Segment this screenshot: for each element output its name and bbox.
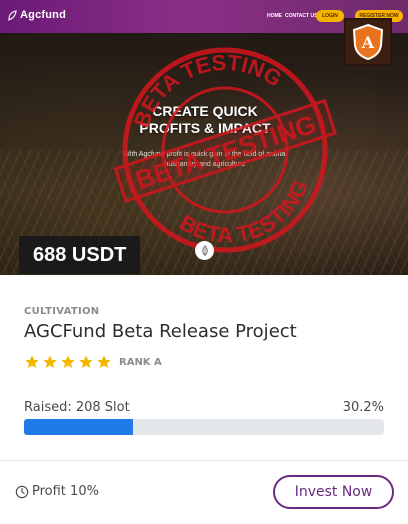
star-icon [43, 355, 57, 368]
funding-progress-fill [24, 419, 133, 435]
site-logo[interactable]: Agcfund [8, 9, 66, 21]
leaf-icon [201, 244, 208, 256]
shield-badge: A [344, 18, 392, 66]
star-icon [61, 355, 75, 368]
nav-contact-us[interactable]: CONTACT US [285, 13, 317, 19]
project-title[interactable]: AGCFund Beta Release Project [24, 321, 297, 342]
star-icon [25, 355, 39, 368]
star-icon [97, 355, 111, 368]
login-button[interactable]: LOGIN [316, 10, 344, 22]
rank-label: RANK A [119, 356, 162, 368]
hero-title-line-2: PROFITS & IMPACT [139, 120, 271, 136]
hero-subtitle: With Agcfund profit is quick gain in the… [100, 150, 310, 170]
raised-percent: 30.2% [342, 400, 384, 415]
divider [0, 460, 408, 461]
funding-progress-bar [24, 419, 384, 435]
clock-icon [15, 485, 29, 498]
leaf-logo-icon [8, 9, 17, 21]
hero-subtitle-line-2: husbandry and agriculture [164, 161, 246, 168]
shield-icon: A [352, 23, 384, 61]
project-image: Agcfund HOME CONTACT US LOGIN REGISTER N… [0, 0, 408, 275]
price-tag: 688 USDT [19, 236, 141, 274]
invest-now-button[interactable]: Invest Now [273, 475, 394, 509]
project-category: CULTIVATION [24, 306, 100, 317]
badge-letter: A [361, 33, 375, 52]
star-rating: RANK A [24, 354, 162, 370]
star-icon [79, 355, 93, 368]
profit-label: Profit 10% [32, 484, 99, 499]
logo-text: Agcfund [20, 9, 67, 21]
raised-label: Raised: 208 Slot [24, 400, 130, 415]
profit-info: Profit 10% [15, 484, 99, 499]
nav-home[interactable]: HOME [267, 13, 282, 19]
leaf-button[interactable] [195, 241, 214, 260]
hero-title: CREATE QUICK PROFITS & IMPACT [80, 103, 330, 137]
hero-subtitle-line-1: With Agcfund profit is quick gain in the… [123, 151, 287, 158]
hero-title-line-1: CREATE QUICK [152, 103, 258, 119]
